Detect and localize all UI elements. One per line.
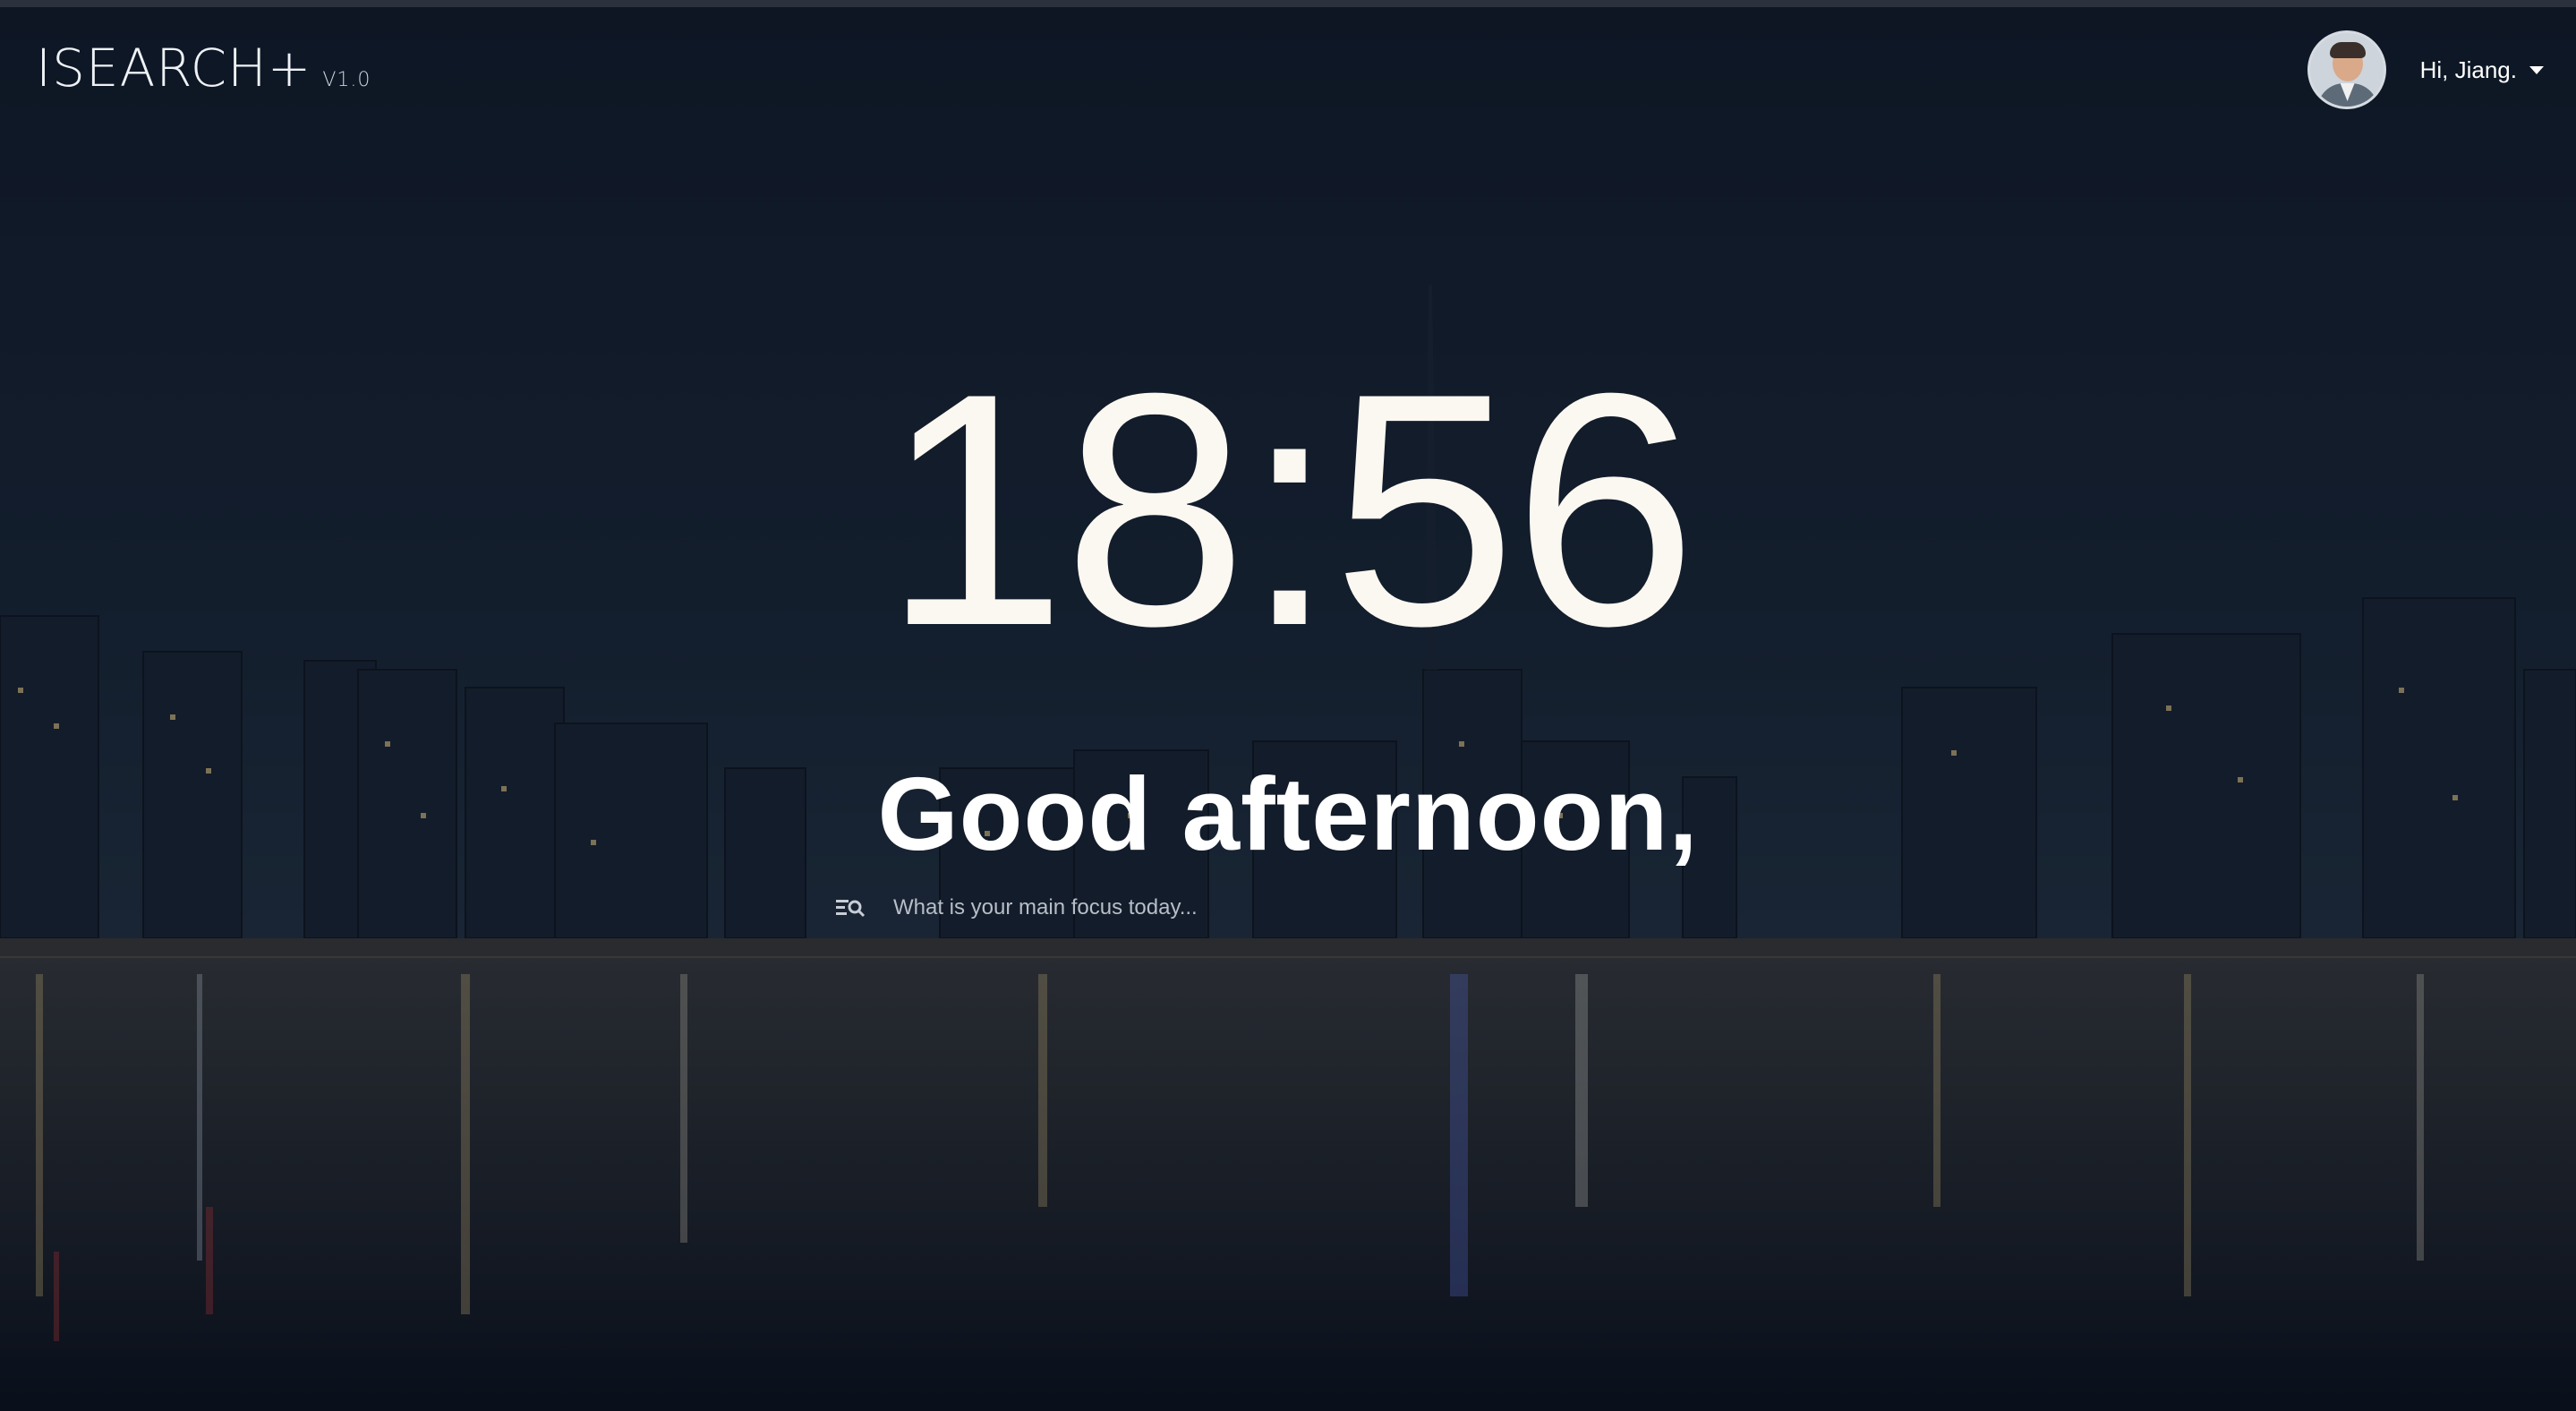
avatar-hair — [2329, 42, 2366, 58]
caret-down-icon — [2529, 65, 2544, 74]
app-logo[interactable]: ISEARCH+ V1.0 — [36, 38, 371, 98]
focus-input-row[interactable] — [834, 892, 1747, 924]
search-list-icon — [836, 900, 866, 918]
greeting-text: Good afternoon, — [877, 756, 1699, 872]
cityscape-image — [0, 7, 2576, 1411]
user-greeting-text: Hi, Jiang. — [2419, 56, 2517, 83]
app-version: V1.0 — [322, 69, 371, 91]
focus-input[interactable] — [891, 894, 1747, 921]
top-bar — [0, 0, 2576, 7]
user-menu[interactable]: Hi, Jiang. — [2307, 30, 2544, 109]
clock-time: 18:56 — [883, 325, 1697, 695]
user-greeting-dropdown[interactable]: Hi, Jiang. — [2420, 56, 2544, 84]
app-name: ISEARCH+ — [36, 38, 312, 98]
background-cityscape — [0, 7, 2576, 1411]
user-avatar[interactable] — [2307, 30, 2386, 109]
